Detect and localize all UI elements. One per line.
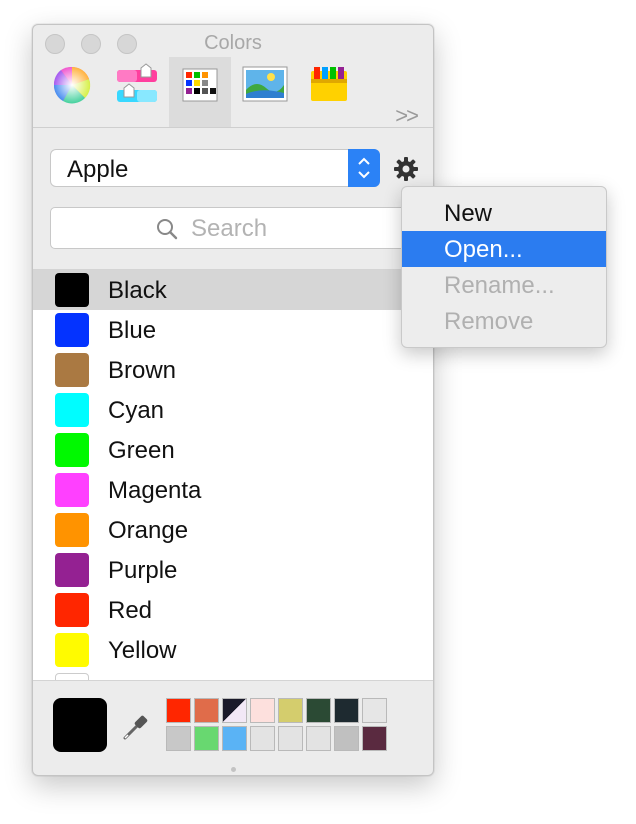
color-list[interactable]: Black Blue Brown Cyan Green Magenta Orange Purp… — [33, 269, 433, 681]
swatch-cell[interactable] — [278, 726, 303, 751]
swatch-cell[interactable] — [194, 698, 219, 723]
color-palettes-icon — [182, 68, 218, 102]
color-swatch — [55, 393, 89, 427]
color-swatch — [55, 353, 89, 387]
window-title: Colors — [204, 32, 262, 54]
resize-handle[interactable] — [231, 767, 236, 772]
color-swatch — [55, 433, 89, 467]
color-list-item[interactable]: Yellow — [33, 630, 433, 670]
color-list-item[interactable]: Brown — [33, 350, 433, 390]
swatch-cell[interactable] — [334, 726, 359, 751]
menu-item-rename: Rename... — [402, 267, 606, 303]
swatch-cell[interactable] — [166, 726, 191, 751]
color-swatch — [55, 513, 89, 547]
swatch-cell[interactable] — [334, 698, 359, 723]
swatch-cell[interactable] — [222, 726, 247, 751]
titlebar: Colors — [33, 25, 433, 57]
palette-dropdown[interactable]: Apple — [50, 149, 380, 187]
color-wheel-tab[interactable] — [41, 57, 103, 127]
gear-context-menu: New Open... Rename... Remove — [401, 186, 607, 348]
swatch-cell[interactable] — [166, 698, 191, 723]
search-icon — [155, 217, 179, 241]
color-sliders-tab[interactable] — [105, 57, 167, 127]
up-down-chevron-icon — [348, 149, 380, 187]
color-list-item[interactable]: Magenta — [33, 470, 433, 510]
menu-item-label: Open... — [444, 236, 523, 263]
color-list-item[interactable]: Purple — [33, 550, 433, 590]
swatch-cell[interactable] — [250, 698, 275, 723]
crayons-icon — [311, 67, 347, 101]
color-name-label: Red — [108, 597, 153, 624]
color-list-item[interactable]: Green — [33, 430, 433, 470]
search-placeholder: Search — [191, 215, 268, 242]
color-name-label: Brown — [108, 357, 177, 384]
swatch-cell[interactable] — [362, 698, 387, 723]
color-swatch — [55, 633, 89, 667]
color-list-item[interactable]: Blue — [33, 310, 433, 350]
color-name-label: Cyan — [108, 397, 165, 424]
gear-icon[interactable] — [392, 155, 420, 183]
color-name-label: Black — [108, 277, 167, 304]
color-swatch — [55, 593, 89, 627]
color-list-item[interactable]: Black — [33, 270, 433, 310]
colors-window: Colors >> Apple Search Black Blue Brown … — [32, 24, 434, 776]
swatch-cell[interactable] — [278, 698, 303, 723]
menu-item-new[interactable]: New — [402, 195, 606, 231]
color-swatch — [55, 273, 89, 307]
color-swatch — [55, 313, 89, 347]
landscape-image-icon — [242, 66, 288, 102]
color-list-item[interactable]: Orange — [33, 510, 433, 550]
menu-item-open[interactable]: Open... — [402, 231, 606, 267]
eyedropper-icon[interactable] — [119, 710, 153, 744]
color-swatch — [55, 473, 89, 507]
color-name-label: Green — [108, 437, 175, 464]
menu-item-remove: Remove — [402, 303, 606, 339]
image-palettes-tab[interactable] — [233, 57, 295, 127]
swatch-cell[interactable] — [306, 726, 331, 751]
swatch-cell[interactable] — [306, 698, 331, 723]
palette-dropdown-label: Apple — [67, 156, 129, 183]
color-name-label: Orange — [108, 517, 189, 544]
swatch-cell[interactable] — [250, 726, 275, 751]
color-sliders-icon — [117, 63, 157, 102]
color-name-label: Magenta — [108, 477, 202, 504]
color-wheel-icon — [53, 66, 91, 104]
menu-item-label: Rename... — [444, 272, 555, 299]
swatch-cell[interactable] — [222, 698, 247, 723]
menu-item-label: New — [444, 200, 493, 227]
current-color-well[interactable] — [53, 698, 107, 752]
color-name-label: Purple — [108, 557, 178, 584]
swatch-cell[interactable] — [362, 726, 387, 751]
toolbar: >> — [33, 57, 433, 128]
color-name-label: Yellow — [108, 637, 177, 664]
menu-item-label: Remove — [444, 308, 534, 335]
color-list-item[interactable]: Red — [33, 590, 433, 630]
search-field[interactable]: Search — [50, 207, 414, 249]
color-name-label: Blue — [108, 317, 157, 344]
color-list-item[interactable]: Cyan — [33, 390, 433, 430]
swatch-cell[interactable] — [194, 726, 219, 751]
more-tools-chevron-icon[interactable]: >> — [395, 103, 419, 129]
swatch-bar — [33, 680, 433, 775]
color-palettes-tab[interactable] — [169, 57, 231, 127]
color-swatch — [55, 553, 89, 587]
pencils-tab[interactable] — [297, 57, 359, 127]
